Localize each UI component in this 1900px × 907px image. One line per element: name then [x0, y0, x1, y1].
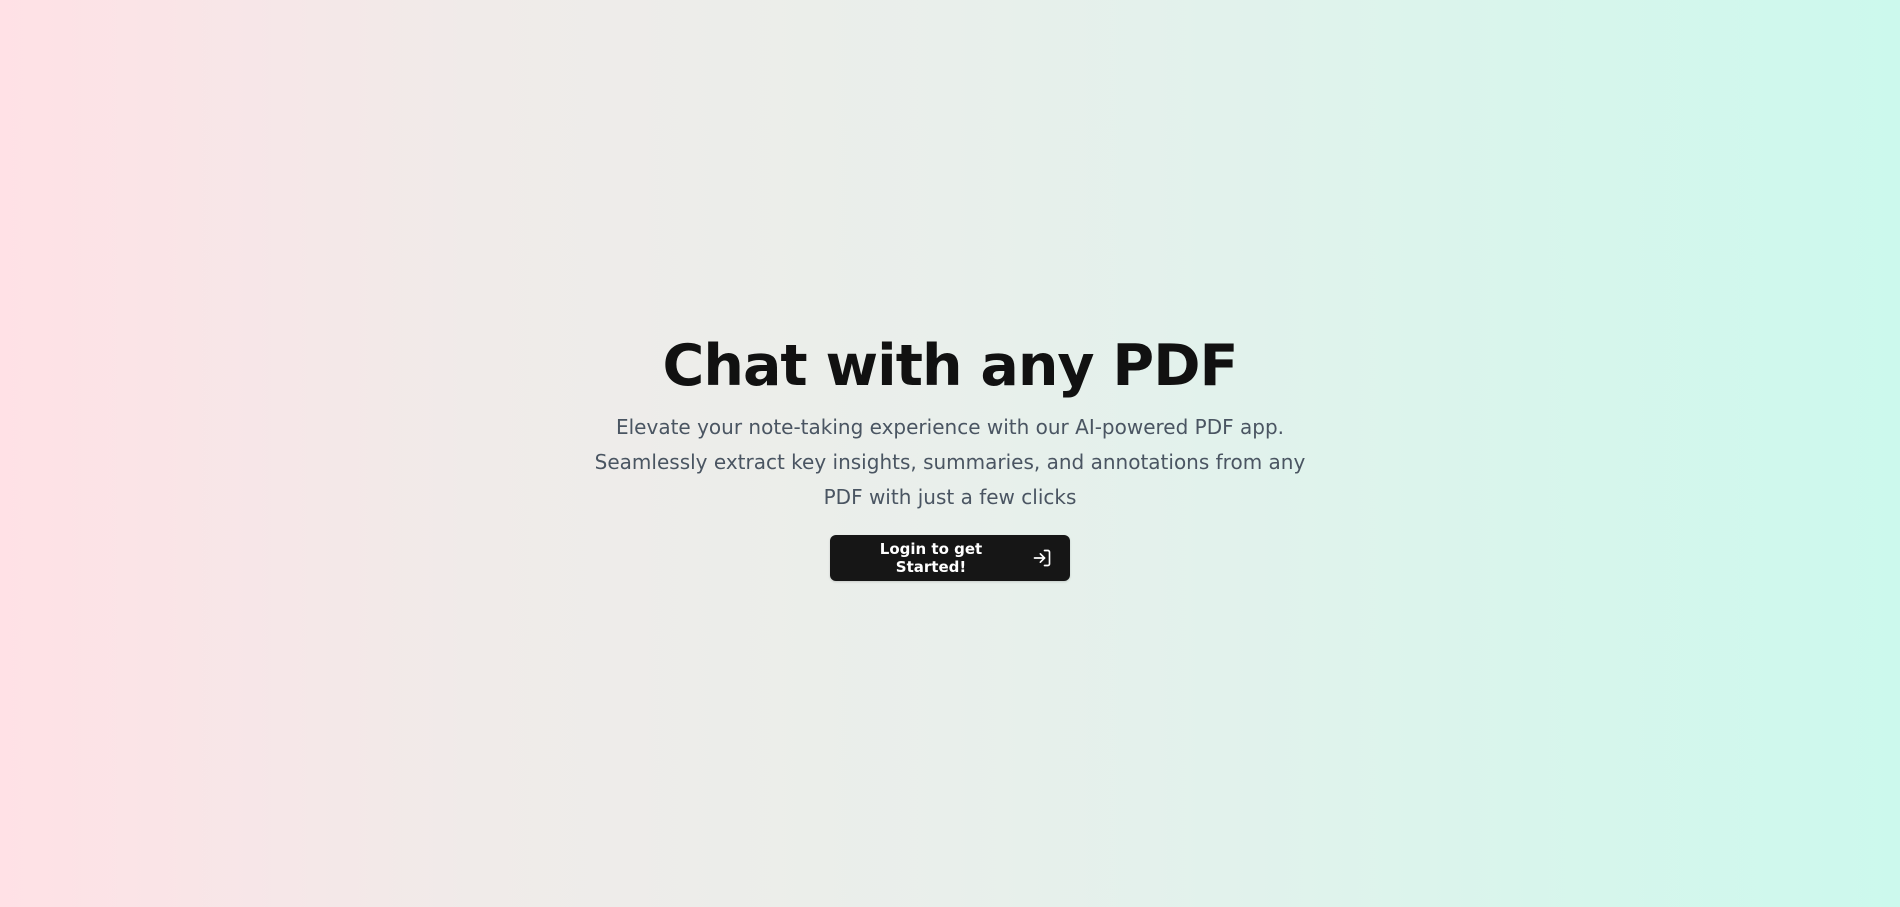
login-button[interactable]: Login to get Started!: [830, 535, 1070, 581]
hero-content: Chat with any PDF Elevate your note-taki…: [570, 330, 1330, 581]
hero-subtitle: Elevate your note-taking experience with…: [594, 415, 1306, 509]
hero-section: Chat with any PDF Elevate your note-taki…: [0, 0, 1900, 907]
login-button-label: Login to get Started!: [879, 540, 983, 576]
page-title: Chat with any PDF: [662, 333, 1239, 399]
login-arrow-icon: [1032, 548, 1052, 568]
